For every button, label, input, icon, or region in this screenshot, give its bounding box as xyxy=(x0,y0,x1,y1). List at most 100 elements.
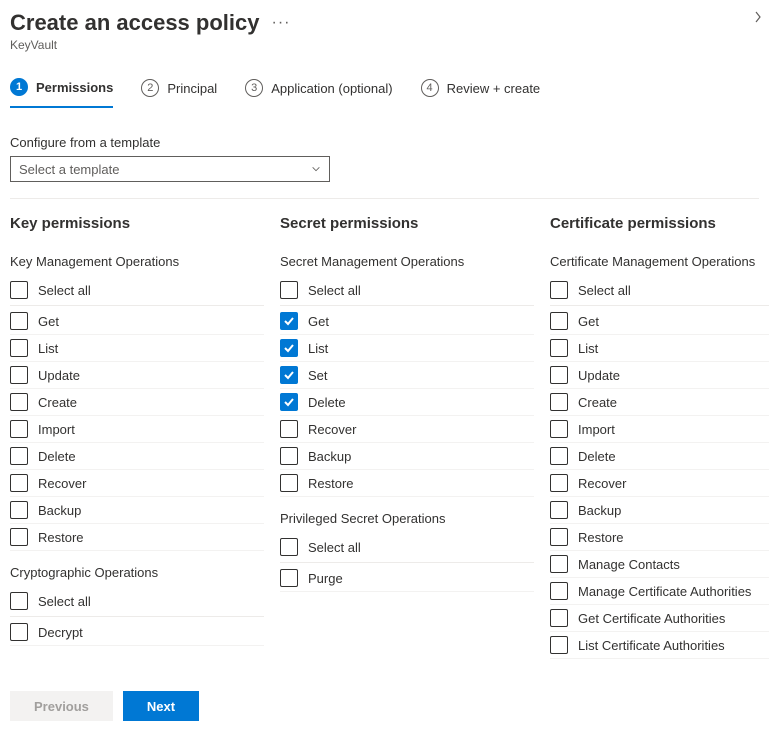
checkbox-icon[interactable] xyxy=(550,582,568,600)
checkbox-label: Select all xyxy=(578,283,631,298)
checkbox-icon[interactable] xyxy=(280,447,298,465)
select-all-row[interactable]: Select all xyxy=(10,588,264,617)
checkbox-icon[interactable] xyxy=(10,393,28,411)
permission-row[interactable]: Manage Contacts xyxy=(550,551,769,578)
permission-row[interactable]: List xyxy=(280,335,534,362)
permission-row[interactable]: Restore xyxy=(280,470,534,497)
checkbox-icon[interactable] xyxy=(550,636,568,654)
checkbox-icon[interactable] xyxy=(10,528,28,546)
checkbox-icon[interactable] xyxy=(280,366,298,384)
permission-row[interactable]: List xyxy=(10,335,264,362)
checkbox-icon[interactable] xyxy=(280,339,298,357)
checkbox-icon[interactable] xyxy=(280,420,298,438)
tab-application-optional-[interactable]: 3Application (optional) xyxy=(245,78,392,108)
more-icon[interactable]: ··· xyxy=(271,14,290,32)
checkbox-label: Select all xyxy=(308,540,361,555)
checkbox-icon[interactable] xyxy=(280,312,298,330)
permission-row[interactable]: Import xyxy=(550,416,769,443)
checkbox-icon[interactable] xyxy=(10,501,28,519)
permission-row[interactable]: Recover xyxy=(280,416,534,443)
permission-row[interactable]: Decrypt xyxy=(10,619,264,646)
tab-principal[interactable]: 2Principal xyxy=(141,78,217,108)
checkbox-icon[interactable] xyxy=(550,528,568,546)
divider xyxy=(10,198,759,199)
permission-row[interactable]: Recover xyxy=(10,470,264,497)
checkbox-icon[interactable] xyxy=(10,420,28,438)
permission-row[interactable]: Create xyxy=(10,389,264,416)
secret-permissions-column: Secret permissionsSecret Management Oper… xyxy=(280,215,550,659)
checkbox-icon[interactable] xyxy=(550,281,568,299)
permission-row[interactable]: List xyxy=(550,335,769,362)
checkbox-icon[interactable] xyxy=(10,623,28,641)
checkbox-icon[interactable] xyxy=(550,474,568,492)
template-select[interactable]: Select a template xyxy=(10,156,330,182)
permission-row[interactable]: Get xyxy=(10,308,264,335)
checkbox-label: Delete xyxy=(38,449,76,464)
checkbox-icon[interactable] xyxy=(10,447,28,465)
checkbox-icon[interactable] xyxy=(550,501,568,519)
select-all-row[interactable]: Select all xyxy=(280,534,534,563)
template-select-value: Select a template xyxy=(19,162,119,177)
checkbox-label: Get xyxy=(38,314,59,329)
permission-row[interactable]: Delete xyxy=(280,389,534,416)
checkbox-icon[interactable] xyxy=(550,366,568,384)
permission-row[interactable]: Restore xyxy=(10,524,264,551)
checkbox-label: Recover xyxy=(308,422,356,437)
checkbox-label: Purge xyxy=(308,571,343,586)
permission-row[interactable]: Get Certificate Authorities xyxy=(550,605,769,632)
checkbox-icon[interactable] xyxy=(10,281,28,299)
permission-row[interactable]: Delete xyxy=(10,443,264,470)
checkbox-icon[interactable] xyxy=(10,474,28,492)
select-all-row[interactable]: Select all xyxy=(280,277,534,306)
permission-row[interactable]: Purge xyxy=(280,565,534,592)
template-label: Configure from a template xyxy=(10,135,759,150)
checkbox-label: Restore xyxy=(38,530,84,545)
tab-number: 1 xyxy=(10,78,28,96)
page-subtitle: KeyVault xyxy=(10,38,759,52)
checkbox-icon[interactable] xyxy=(550,339,568,357)
tab-number: 2 xyxy=(141,79,159,97)
checkbox-label: Manage Certificate Authorities xyxy=(578,584,751,599)
close-icon[interactable] xyxy=(753,10,763,29)
permission-row[interactable]: Backup xyxy=(280,443,534,470)
permission-row[interactable]: Manage Certificate Authorities xyxy=(550,578,769,605)
permission-row[interactable]: Create xyxy=(550,389,769,416)
permission-row[interactable]: List Certificate Authorities xyxy=(550,632,769,659)
checkbox-label: Import xyxy=(578,422,615,437)
checkbox-icon[interactable] xyxy=(280,474,298,492)
checkbox-icon[interactable] xyxy=(10,592,28,610)
permission-row[interactable]: Recover xyxy=(550,470,769,497)
permission-row[interactable]: Import xyxy=(10,416,264,443)
permission-row[interactable]: Backup xyxy=(550,497,769,524)
permission-row[interactable]: Delete xyxy=(550,443,769,470)
checkbox-icon[interactable] xyxy=(10,366,28,384)
checkbox-icon[interactable] xyxy=(550,420,568,438)
permission-row[interactable]: Get xyxy=(550,308,769,335)
select-all-row[interactable]: Select all xyxy=(10,277,264,306)
next-button[interactable]: Next xyxy=(123,691,199,721)
permission-row[interactable]: Update xyxy=(550,362,769,389)
permission-row[interactable]: Restore xyxy=(550,524,769,551)
key-permissions-heading: Key permissions xyxy=(10,215,264,232)
checkbox-label: Select all xyxy=(38,594,91,609)
checkbox-icon[interactable] xyxy=(550,609,568,627)
permission-row[interactable]: Update xyxy=(10,362,264,389)
checkbox-icon[interactable] xyxy=(280,569,298,587)
checkbox-icon[interactable] xyxy=(10,312,28,330)
checkbox-icon[interactable] xyxy=(10,339,28,357)
checkbox-icon[interactable] xyxy=(550,555,568,573)
checkbox-icon[interactable] xyxy=(550,312,568,330)
permission-row[interactable]: Get xyxy=(280,308,534,335)
tab-review-create[interactable]: 4Review + create xyxy=(421,78,541,108)
checkbox-icon[interactable] xyxy=(280,538,298,556)
tab-permissions[interactable]: 1Permissions xyxy=(10,78,113,108)
permission-row[interactable]: Backup xyxy=(10,497,264,524)
previous-button: Previous xyxy=(10,691,113,721)
permission-row[interactable]: Set xyxy=(280,362,534,389)
checkbox-icon[interactable] xyxy=(280,393,298,411)
checkbox-icon[interactable] xyxy=(550,393,568,411)
checkbox-icon[interactable] xyxy=(280,281,298,299)
checkbox-label: Backup xyxy=(38,503,81,518)
select-all-row[interactable]: Select all xyxy=(550,277,769,306)
checkbox-icon[interactable] xyxy=(550,447,568,465)
